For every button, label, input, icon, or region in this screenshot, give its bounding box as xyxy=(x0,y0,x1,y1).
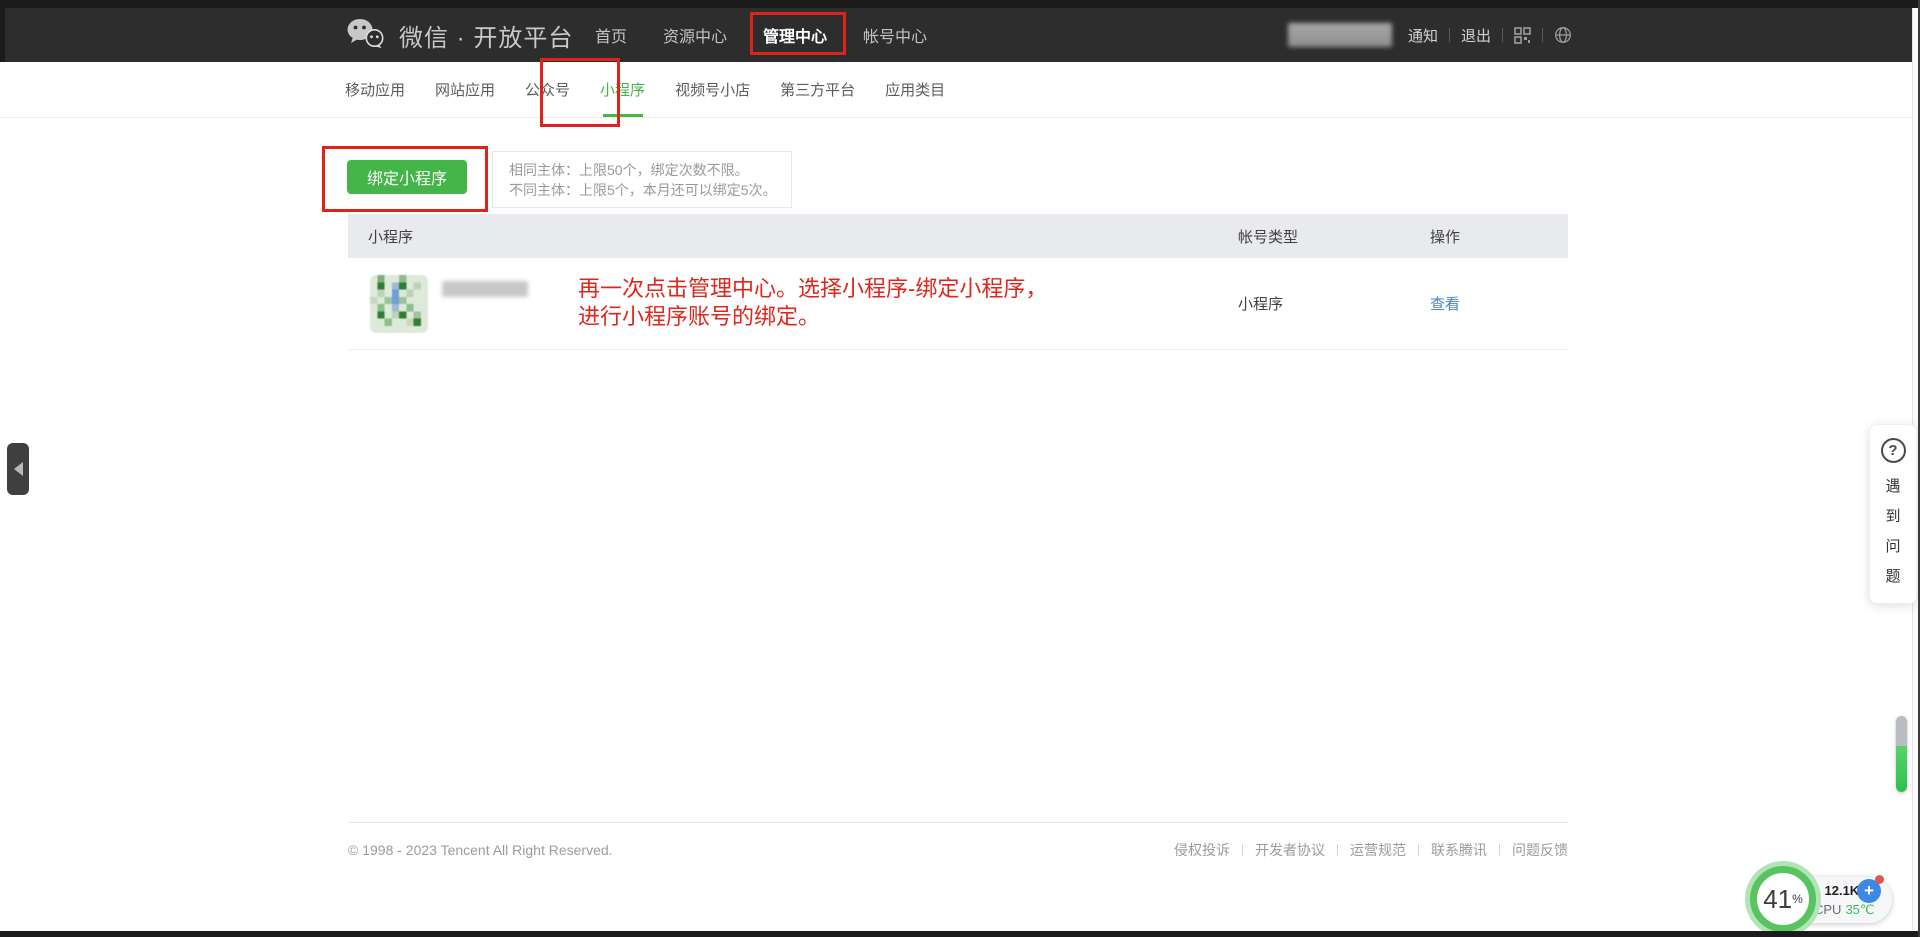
annotation-line-2: 进行小程序账号的绑定。 xyxy=(578,303,1047,331)
footer-link-infringement[interactable]: 侵权投诉 xyxy=(1174,840,1230,860)
annotation-line-1: 再一次点击管理中心。选择小程序-绑定小程序， xyxy=(578,275,1047,303)
tab-website-app[interactable]: 网站应用 xyxy=(435,62,495,117)
view-link[interactable]: 查看 xyxy=(1430,296,1460,313)
chevron-left-icon xyxy=(14,462,23,476)
tab-app-category[interactable]: 应用类目 xyxy=(885,62,945,117)
memory-usage-gauge: 41% xyxy=(1750,866,1816,932)
top-header: 微信 · 开放平台 首页 资源中心 管理中心 帐号中心 通知 退出 xyxy=(0,8,1912,62)
window-bottom-edge xyxy=(0,931,1920,937)
account-type-cell: 小程序 xyxy=(1238,293,1430,314)
divider xyxy=(1502,28,1503,42)
window-top-edge xyxy=(0,0,1920,8)
miniprogram-name-redacted xyxy=(442,281,528,297)
wechat-logo-icon xyxy=(346,17,386,54)
help-widget[interactable]: ? 遇 到 问 题 xyxy=(1869,424,1917,604)
notice-link[interactable]: 通知 xyxy=(1408,25,1438,46)
tab-channels-shop[interactable]: 视频号小店 xyxy=(675,62,750,117)
help-char: 遇 xyxy=(1885,472,1900,502)
scroll-indicator-track xyxy=(1896,716,1907,746)
logout-link[interactable]: 退出 xyxy=(1461,25,1491,46)
divider xyxy=(1449,28,1450,42)
sidebar-collapse-toggle[interactable] xyxy=(7,443,29,495)
help-char: 到 xyxy=(1885,502,1900,532)
scroll-indicator-thumb xyxy=(1896,746,1907,792)
table-row: 再一次点击管理中心。选择小程序-绑定小程序， 进行小程序账号的绑定。 小程序 查… xyxy=(348,258,1568,350)
footer-links: 侵权投诉 开发者协议 运营规范 联系腾讯 问题反馈 xyxy=(1174,840,1568,860)
app-type-tabbar: 移动应用 网站应用 公众号 小程序 视频号小店 第三方平台 应用类目 xyxy=(0,62,1912,118)
bind-limit-info: 相同主体：上限50个，绑定次数不限。 不同主体：上限5个，本月还可以绑定5次。 xyxy=(492,151,792,208)
tab-miniprogram[interactable]: 小程序 xyxy=(600,62,645,117)
help-char: 问 xyxy=(1885,532,1900,562)
limit-line-1: 相同主体：上限50个，绑定次数不限。 xyxy=(509,160,791,180)
scroll-indicator-pill[interactable] xyxy=(1896,716,1907,792)
footer-link-operation-rules[interactable]: 运营规范 xyxy=(1350,840,1406,860)
table-header: 小程序 帐号类型 操作 xyxy=(348,214,1568,258)
header-user-area: 通知 退出 xyxy=(1288,8,1572,62)
brand-title: 微信 · 开放平台 xyxy=(399,18,573,53)
miniprogram-table: 小程序 帐号类型 操作 再一次点击管理中心。选择小程序-绑定小程序， xyxy=(348,214,1568,350)
bind-miniprogram-button[interactable]: 绑定小程序 xyxy=(347,160,467,194)
tab-mobile-app[interactable]: 移动应用 xyxy=(345,62,405,117)
cpu-temp-value: 35℃ xyxy=(1845,902,1874,917)
divider xyxy=(1418,844,1419,856)
divider xyxy=(1499,844,1500,856)
divider xyxy=(1337,844,1338,856)
divider xyxy=(1542,28,1543,42)
limit-line-2: 不同主体：上限5个，本月还可以绑定5次。 xyxy=(509,180,791,200)
column-header-account-type: 帐号类型 xyxy=(1238,226,1430,247)
footer-link-contact-tencent[interactable]: 联系腾讯 xyxy=(1431,840,1487,860)
copyright-text: © 1998 - 2023 Tencent All Right Reserved… xyxy=(348,842,613,858)
miniprogram-icon-blurred xyxy=(370,275,428,333)
main-nav: 首页 资源中心 管理中心 帐号中心 xyxy=(595,8,927,62)
nav-account-center[interactable]: 帐号中心 xyxy=(863,23,927,47)
column-header-action: 操作 xyxy=(1430,226,1568,247)
qr-code-icon[interactable] xyxy=(1514,27,1531,44)
cpu-label: CPU xyxy=(1814,902,1841,917)
column-header-miniprogram: 小程序 xyxy=(348,226,1238,247)
brand[interactable]: 微信 · 开放平台 xyxy=(346,8,573,62)
nav-home[interactable]: 首页 xyxy=(595,23,627,47)
tutorial-annotation: 再一次点击管理中心。选择小程序-绑定小程序， 进行小程序账号的绑定。 xyxy=(578,275,1047,331)
action-cell: 查看 xyxy=(1430,293,1568,314)
footer-link-developer-agreement[interactable]: 开发者协议 xyxy=(1255,840,1325,860)
nav-management-center[interactable]: 管理中心 xyxy=(763,23,827,47)
window-edge xyxy=(0,8,5,62)
system-monitor-widget[interactable]: ↓12.1K/s CPU35℃ 41% + xyxy=(1744,860,1904,937)
language-globe-icon[interactable] xyxy=(1554,26,1572,44)
username-redacted[interactable] xyxy=(1288,23,1392,47)
usage-percent-unit: % xyxy=(1792,892,1803,906)
divider xyxy=(1242,844,1243,856)
cpu-stat: CPU 35℃ xyxy=(1814,900,1875,919)
footer-link-feedback[interactable]: 问题反馈 xyxy=(1512,840,1568,860)
footer: © 1998 - 2023 Tencent All Right Reserved… xyxy=(348,822,1568,860)
tab-third-party-platform[interactable]: 第三方平台 xyxy=(780,62,855,117)
usage-percent: 41 xyxy=(1763,884,1792,915)
nav-resource-center[interactable]: 资源中心 xyxy=(663,23,727,47)
tab-official-account[interactable]: 公众号 xyxy=(525,62,570,117)
monitor-notification-dot xyxy=(1875,875,1884,884)
question-circle-icon: ? xyxy=(1881,438,1906,463)
help-char: 题 xyxy=(1885,562,1900,592)
